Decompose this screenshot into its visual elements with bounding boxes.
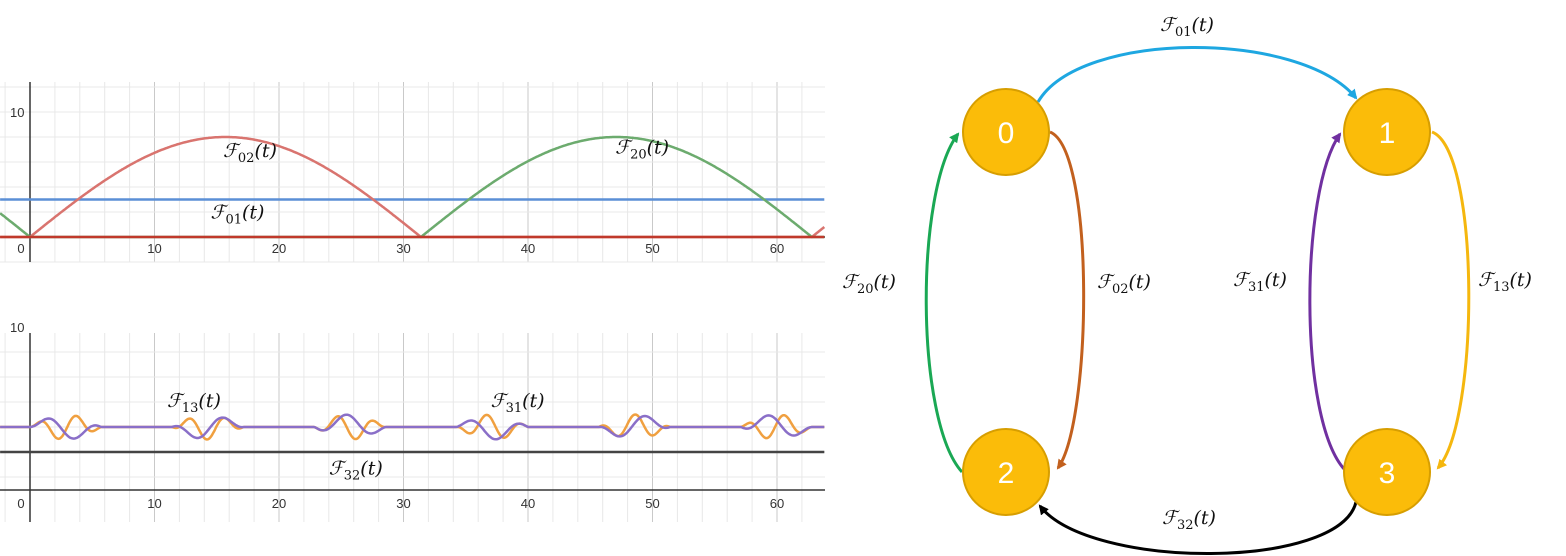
grid	[0, 82, 825, 263]
x-tick-label: 60	[770, 241, 784, 256]
node-2-label: 2	[998, 457, 1015, 490]
edge-2-0-label: ℱ20(t)	[842, 271, 896, 297]
node-3: 3	[1343, 428, 1431, 516]
x-tick-label: 0	[17, 496, 24, 511]
edge-3-1	[1308, 132, 1347, 472]
curve-label-F13: ℱ13(t)	[167, 390, 221, 416]
node-0-label: 0	[998, 117, 1015, 150]
node-0: 0	[962, 88, 1050, 176]
edge-3-2-label: ℱ32(t)	[1162, 507, 1216, 533]
figure-canvas: 0 10 20 30 40 50 6010ℱ02(t) ℱ20(t)ℱ01(t) 0 10 20 3…	[0, 14, 1532, 555]
x-tick-label: 0	[17, 241, 24, 256]
y-tick-label: 10	[10, 320, 24, 335]
edge-1-3	[1431, 130, 1471, 470]
y-tick-label: 10	[10, 105, 24, 120]
node-1: 1	[1343, 88, 1431, 176]
edge-0-1	[1036, 46, 1358, 103]
edge-3-1-label: ℱ31(t)	[1233, 269, 1287, 295]
x-tick-label: 50	[645, 496, 659, 511]
x-tick-label: 30	[396, 241, 410, 256]
plot-top: 0 10 20 30 40 50 6010ℱ02(t) ℱ20(t)ℱ01(t)	[0, 82, 826, 263]
curve-label-F32: ℱ32(t)	[329, 458, 383, 484]
edge-0-2-label: ℱ02(t)	[1097, 271, 1151, 297]
curve-label-F31: ℱ31(t)	[491, 390, 545, 416]
edge-2-0	[924, 132, 964, 474]
x-tick-label: 60	[770, 496, 784, 511]
edge-1-3-label: ℱ13(t)	[1478, 269, 1532, 295]
x-tick-label: 50	[645, 241, 659, 256]
plot-bottom: 0 10 20 30 40 50 60 10 ℱ13(t) ℱ31(t) ℱ32(t)	[0, 320, 825, 522]
edge-0-1-label: ℱ01(t)	[1160, 14, 1214, 40]
node-1-label: 1	[1379, 117, 1396, 150]
edge-0-2	[1049, 130, 1086, 470]
node-2: 2	[962, 428, 1050, 516]
series-F31	[0, 413, 825, 441]
state-diagram: 0 1 2 3 ℱ01(t) ℱ02(t) ℱ20(t) ℱ13(t) ℱ31(…	[842, 14, 1532, 555]
x-tick-label: 40	[521, 241, 535, 256]
x-tick-label: 40	[521, 496, 535, 511]
x-tick-label: 30	[396, 496, 410, 511]
x-tick-label: 10	[147, 241, 161, 256]
node-3-label: 3	[1379, 457, 1396, 490]
curve-label-F01: ℱ01(t)	[211, 201, 265, 227]
x-tick-label: 10	[147, 496, 161, 511]
x-tick-label: 20	[272, 241, 286, 256]
x-tick-label: 20	[272, 496, 286, 511]
